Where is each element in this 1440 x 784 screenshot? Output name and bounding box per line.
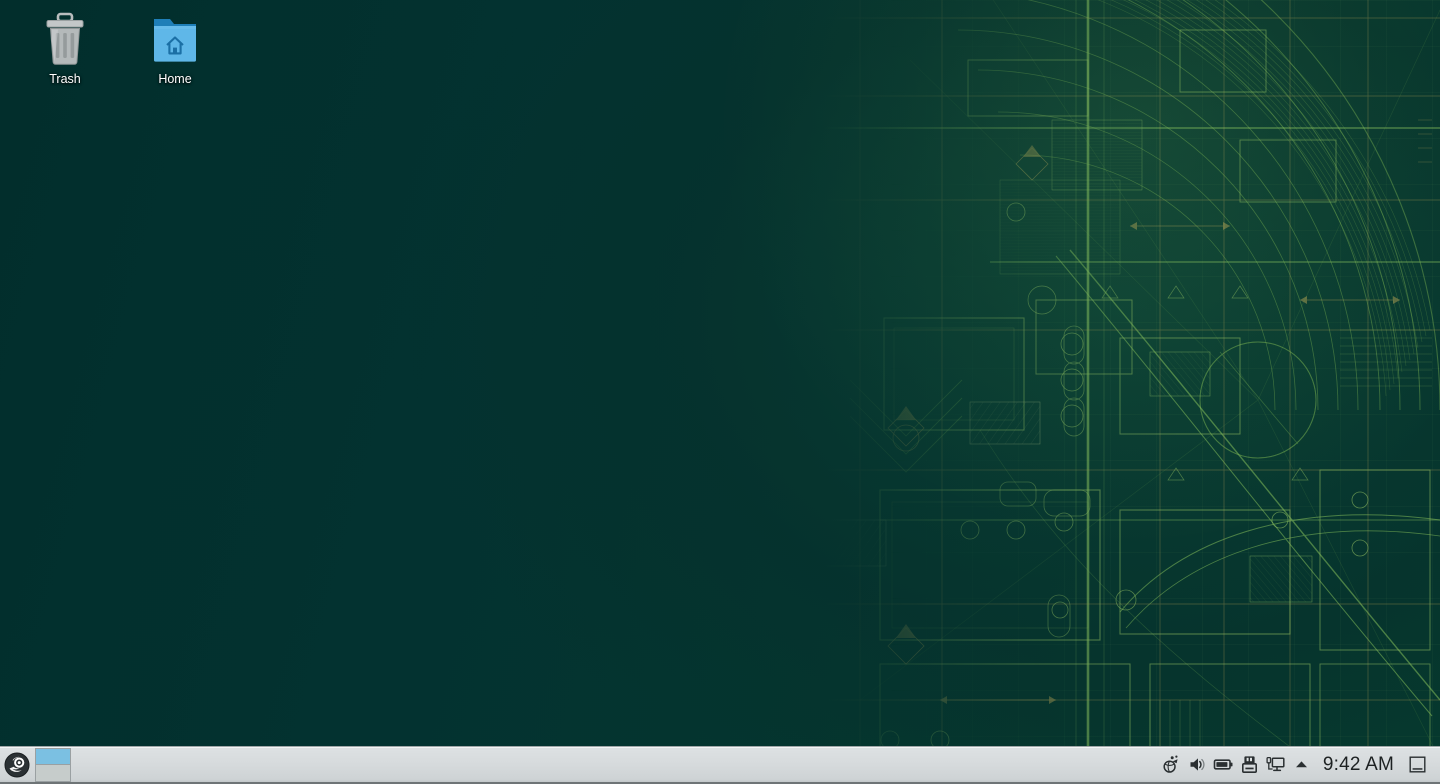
show-hidden-icons-icon[interactable]: [1289, 750, 1315, 780]
volume-icon[interactable]: [1185, 750, 1211, 780]
panel-left-group: [0, 747, 71, 782]
home-folder-icon: [151, 10, 199, 68]
application-menu-button[interactable]: [0, 747, 34, 783]
network-update-icon[interactable]: [1159, 750, 1185, 780]
trash-icon: [41, 10, 89, 68]
desktop-icon-trash[interactable]: Trash: [10, 6, 120, 92]
desktop-icon-grid: Trash Home: [10, 6, 230, 92]
desktop[interactable]: Trash Home: [0, 0, 1440, 784]
workspace-1[interactable]: [36, 749, 70, 766]
desktop-icon-label: Trash: [49, 72, 81, 86]
battery-icon[interactable]: [1211, 750, 1237, 780]
show-desktop-icon: [1408, 755, 1427, 774]
window-task-list[interactable]: [71, 747, 1159, 782]
removable-drive-icon[interactable]: [1237, 750, 1263, 780]
desktop-icon-home[interactable]: Home: [120, 6, 230, 92]
workspace-switcher[interactable]: [35, 748, 71, 782]
taskbar-panel[interactable]: 9:42 AM: [0, 746, 1440, 784]
opensuse-logo-icon: [4, 752, 30, 778]
wallpaper-grid-overlay: [880, 0, 1440, 784]
display-connection-icon[interactable]: [1263, 750, 1289, 780]
show-desktop-button[interactable]: [1404, 750, 1430, 780]
workspace-2[interactable]: [36, 765, 70, 781]
desktop-icon-label: Home: [158, 72, 191, 86]
panel-right-group: 9:42 AM: [1159, 747, 1440, 782]
clock[interactable]: 9:42 AM: [1315, 754, 1404, 776]
system-tray: [1159, 747, 1315, 782]
